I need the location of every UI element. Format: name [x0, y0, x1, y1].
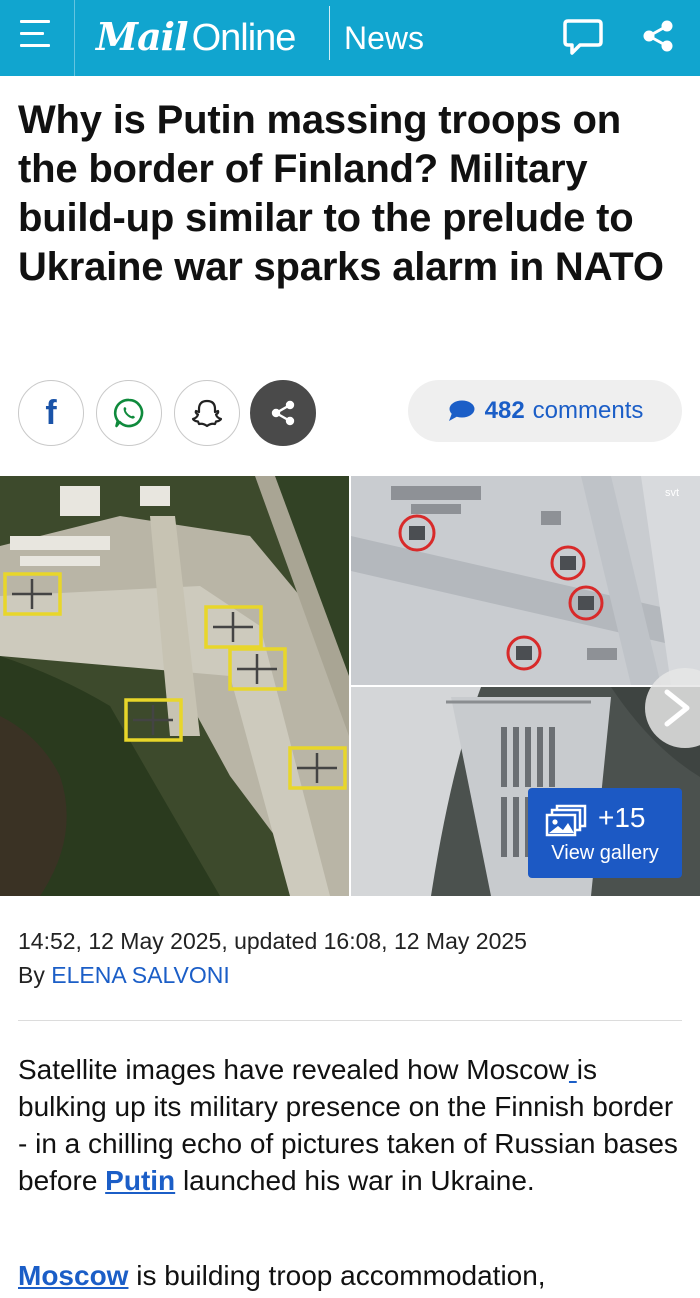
gallery-extra-count: +15 [598, 802, 646, 833]
whatsapp-share-button[interactable] [96, 380, 162, 446]
logo-online: Online [191, 17, 297, 59]
moscow-link[interactable]: Moscow [18, 1260, 128, 1291]
view-gallery-label: View gallery [551, 842, 659, 864]
facebook-share-button[interactable]: f [18, 380, 84, 446]
author-link[interactable]: ELENA SALVONI [51, 962, 230, 988]
paragraph-text: Satellite images have revealed how Mosco… [18, 1054, 569, 1085]
gallery-next-button[interactable] [645, 668, 700, 748]
logo-mail: Mail [96, 14, 189, 59]
paragraph-text: is building troop accommodation, [128, 1260, 546, 1291]
photo-stack-icon [545, 804, 587, 837]
header-divider [74, 0, 75, 76]
comment-count: 482 [484, 397, 525, 424]
article-paragraph: Satellite images have revealed how Mosco… [18, 1051, 682, 1199]
comment-bubble-icon [448, 400, 475, 421]
article-dateline: 14:52, 12 May 2025, updated 16:08, 12 Ma… [18, 928, 527, 954]
photo-gallery[interactable]: svt +15 View gallery [0, 476, 700, 896]
view-gallery-button[interactable]: +15 View gallery [528, 788, 682, 878]
divider [18, 1020, 682, 1021]
speech-bubble-icon[interactable] [562, 16, 604, 58]
top-navigation-bar: Mail Online News [0, 0, 700, 76]
comments-label: comments [532, 397, 644, 424]
share-icon [271, 400, 295, 426]
section-label[interactable]: News [344, 20, 424, 57]
article-byline: By ELENA SALVONI [18, 962, 230, 989]
inline-link[interactable] [569, 1054, 577, 1085]
snapchat-share-button[interactable] [174, 380, 240, 446]
putin-link[interactable]: Putin [105, 1165, 175, 1196]
header-divider [329, 6, 330, 60]
share-bar: f 482 comments [18, 380, 682, 446]
satellite-image-snowy-airfield[interactable]: svt [351, 476, 700, 685]
whatsapp-icon [113, 398, 144, 428]
article-paragraph: Moscow is building troop accommodation, [18, 1257, 682, 1294]
comments-button[interactable]: 482 comments [408, 380, 682, 442]
share-icon[interactable] [640, 18, 676, 54]
snapchat-icon [191, 399, 223, 428]
hamburger-menu-icon[interactable] [20, 20, 52, 54]
facebook-icon: f [45, 393, 57, 432]
article-headline: Why is Putin massing troops on the borde… [18, 98, 664, 289]
more-share-button[interactable] [250, 380, 316, 446]
paragraph-text: launched his war in Ukraine. [175, 1165, 535, 1196]
byline-prefix: By [18, 962, 45, 988]
chevron-right-icon [664, 689, 690, 727]
mailonline-logo[interactable]: Mail Online [96, 14, 297, 60]
satellite-image-helicopter-base[interactable] [0, 476, 349, 896]
image-watermark: svt [665, 487, 679, 499]
